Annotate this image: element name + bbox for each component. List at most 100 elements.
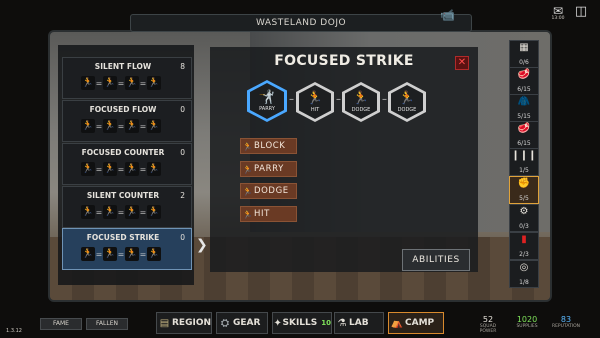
fighter-icon: 🏃: [81, 76, 95, 90]
option-block-button[interactable]: 🏃 BLOCK: [240, 138, 297, 154]
fighter-icon: 🏃: [81, 119, 95, 133]
skill-item-silent-counter[interactable]: SILENT COUNTER 2 🏃 = 🏃 = 🏃 = 🏃: [62, 186, 192, 228]
skill-sequence: 🏃 = 🏃 = 🏃 = 🏃: [81, 205, 161, 219]
slot-count: 1/8: [519, 279, 529, 286]
fighter-icon: 🏃: [103, 162, 117, 176]
parry-icon: 🏃: [242, 164, 253, 174]
slot-count: 2/3: [519, 251, 529, 258]
fighter-icon: 🏃: [147, 247, 161, 261]
inventory-slot-bullets[interactable]: ❙❙❙ 1/5: [509, 148, 539, 176]
inventory-sidebar: ▦ 0/6 🥩 6/15 🧥 5/15 🥩 6/15 ❙❙❙ 1/5 ✊ 5/5 ⚙ 0/3 …: [509, 40, 539, 288]
fighter-icon: 🏃: [103, 247, 117, 261]
close-button[interactable]: ✕: [455, 56, 469, 70]
skill-item-focused-flow[interactable]: FOCUSED FLOW 0 🏃 = 🏃 = 🏃 = 🏃: [62, 100, 192, 142]
nav-region-button[interactable]: ▤ REGION: [156, 312, 212, 334]
option-dodge-button[interactable]: 🏃 DODGE: [240, 183, 297, 199]
slot-count: 6/15: [517, 86, 531, 93]
sequence-label: HIT: [310, 106, 320, 113]
slot-count: 0/6: [519, 59, 529, 66]
nav-camp-button[interactable]: ⛺ CAMP: [388, 312, 444, 334]
bars-icon: ▦: [519, 42, 529, 53]
skill-name: FOCUSED FLOW: [89, 105, 157, 114]
meat-icon: 🥩: [517, 69, 531, 80]
tire-icon: ◎: [519, 262, 529, 273]
version-label: 1.3.12: [6, 328, 22, 334]
skill-count: 0: [180, 233, 185, 242]
stat-label: SQUAD POWER: [479, 324, 497, 334]
nav-label: GEAR: [233, 318, 261, 328]
abilities-button[interactable]: ABILITIES: [402, 249, 470, 271]
skill-item-silent-flow[interactable]: SILENT FLOW 8 🏃 = 🏃 = 🏃 = 🏃: [62, 57, 192, 99]
fighter-icon: 🏃: [103, 205, 117, 219]
option-label: DODGE: [254, 186, 289, 196]
canister-icon: ▮: [521, 234, 527, 245]
skill-count: 2: [180, 191, 185, 200]
inventory-slot-meat-1[interactable]: 🥩 6/15: [509, 67, 539, 95]
stat-value: 52: [482, 315, 494, 324]
inventory-slot-bars[interactable]: ▦ 0/6: [509, 40, 539, 68]
hit-icon: 🏃: [306, 90, 324, 106]
supplies-stat: 1020 SUPPLIES: [510, 315, 544, 329]
slot-count: 5/15: [517, 113, 531, 120]
skill-detail-panel: [210, 47, 478, 272]
nav-skills-button[interactable]: ✦ SKILLS 10: [272, 312, 332, 334]
inventory-slot-canister[interactable]: ▮ 2/3: [509, 232, 539, 260]
fist-icon: ✊: [517, 178, 531, 189]
fighter-icon: 🏃: [125, 119, 139, 133]
inventory-slot-tire[interactable]: ◎ 1/8: [509, 260, 539, 288]
skill-item-focused-strike[interactable]: FOCUSED STRIKE 0 🏃 = 🏃 = 🏃 = 🏃: [62, 228, 192, 270]
bottom-nav: ▤ REGION ⛭ GEAR ✦ SKILLS 10 ⚗ LAB ⛺ CAMP: [150, 312, 445, 334]
fame-button[interactable]: FAME: [40, 318, 82, 330]
stat-value: 1020: [516, 315, 538, 324]
nav-gear-button[interactable]: ⛭ GEAR: [216, 312, 268, 334]
skills-icon: ✦: [273, 317, 282, 329]
skill-name: SILENT COUNTER: [86, 191, 160, 200]
nav-label: LAB: [349, 318, 369, 328]
fighter-icon: 🏃: [125, 247, 139, 261]
sequence-connector: –: [336, 94, 341, 105]
skill-sequence: 🏃 = 🏃 = 🏃 = 🏃: [81, 162, 161, 176]
skill-list: SILENT FLOW 8 🏃 = 🏃 = 🏃 = 🏃 FOCUSED FLOW 0 …: [58, 45, 194, 285]
camera-icon: 📹: [440, 8, 455, 22]
lab-icon: ⚗: [337, 317, 347, 329]
skill-name: FOCUSED STRIKE: [86, 233, 160, 242]
location-title: WASTELAND DOJO: [255, 18, 347, 28]
inventory-slot-meat-2[interactable]: 🥩 6/15: [509, 121, 539, 149]
option-parry-button[interactable]: 🏃 PARRY: [240, 161, 297, 177]
skill-sequence: 🏃 = 🏃 = 🏃 = 🏃: [81, 247, 161, 261]
dodge-icon: 🏃: [352, 90, 370, 106]
inventory-slot-gears[interactable]: ⚙ 0/3: [509, 204, 539, 232]
fighter-icon: 🏃: [81, 247, 95, 261]
camp-icon: ⛺: [390, 317, 404, 329]
fighter-icon: 🏃: [81, 162, 95, 176]
option-hit-button[interactable]: 🏃 HIT: [240, 206, 297, 222]
skill-count: 0: [180, 105, 185, 114]
fighter-icon: 🏃: [147, 205, 161, 219]
map-book-icon[interactable]: ◫: [572, 4, 590, 22]
reputation-stat: 83 REPUTATION: [548, 315, 584, 329]
option-label: HIT: [254, 209, 270, 219]
slot-count: 0/3: [519, 223, 529, 230]
journal-badge: 13:00: [551, 16, 565, 21]
inventory-slot-fist[interactable]: ✊ 5/5: [509, 176, 539, 204]
dodge-icon: 🏃: [242, 186, 253, 196]
fallen-button[interactable]: FALLEN: [86, 318, 128, 330]
fighter-icon: 🏃: [125, 76, 139, 90]
bullets-icon: ❙❙❙: [511, 150, 537, 161]
inventory-slot-jacket[interactable]: 🧥 5/15: [509, 94, 539, 122]
skill-count: 0: [180, 148, 185, 157]
slot-count: 6/15: [517, 140, 531, 147]
jacket-icon: 🧥: [517, 96, 531, 107]
skill-item-focused-counter[interactable]: FOCUSED COUNTER 0 🏃 = 🏃 = 🏃 = 🏃: [62, 143, 192, 185]
parry-icon: 🤺: [258, 89, 276, 105]
fighter-icon: 🏃: [81, 205, 95, 219]
fighter-icon: 🏃: [103, 76, 117, 90]
gears-icon: ⚙: [519, 206, 529, 217]
location-title-bar: WASTELAND DOJO: [130, 14, 472, 32]
sequence-label: PARRY: [259, 105, 275, 112]
skill-count: 8: [180, 62, 185, 71]
map-icon: ▤: [159, 317, 170, 329]
nav-lab-button[interactable]: ⚗ LAB: [334, 312, 384, 334]
fighter-icon: 🏃: [147, 162, 161, 176]
skill-name: SILENT FLOW: [94, 62, 152, 71]
